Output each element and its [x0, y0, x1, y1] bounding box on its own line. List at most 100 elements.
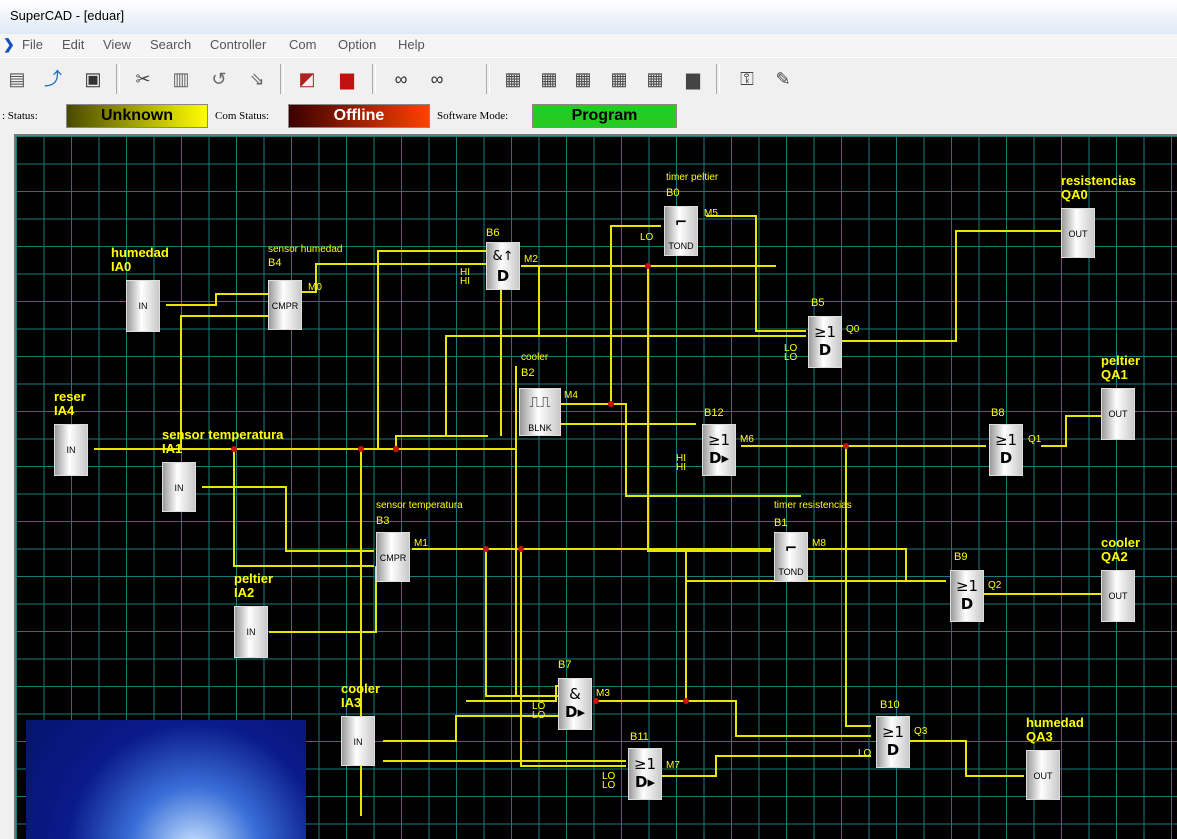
ia2-label: peltier IA2: [234, 571, 274, 600]
cut-icon[interactable]: ✂: [130, 66, 156, 92]
pen-icon[interactable]: ✎: [770, 66, 796, 92]
status-bar: : Status: Unknown Com Status: Offline So…: [0, 100, 1177, 130]
edit-icon[interactable]: ◩: [294, 66, 320, 92]
input-block-ia0[interactable]: IN: [126, 280, 160, 332]
menu-help[interactable]: Help: [398, 37, 425, 52]
link-icon[interactable]: ∞: [388, 66, 414, 92]
nor-block-b12[interactable]: ≥1 D▸: [702, 424, 736, 476]
plc-status-badge: Unknown: [66, 104, 208, 128]
run-icon[interactable]: ▦: [570, 66, 596, 92]
and-block-b7[interactable]: & D▸: [558, 678, 592, 730]
output-block-qa1[interactable]: OUT: [1101, 388, 1135, 440]
output-block-qa0[interactable]: OUT: [1061, 208, 1095, 258]
b6-id: B6: [486, 227, 500, 239]
compare-block-b3[interactable]: CMPR: [376, 532, 410, 582]
b5-id: B5: [811, 297, 825, 309]
b7-output: M3: [596, 688, 610, 699]
menu-view[interactable]: View: [103, 37, 131, 52]
and-edge-block-b6[interactable]: &↑ D: [486, 242, 520, 290]
menu-option[interactable]: Option: [338, 37, 376, 52]
software-mode-badge: Program: [532, 104, 677, 128]
nor-block-b11[interactable]: ≥1 D▸: [628, 748, 662, 800]
redo-icon[interactable]: ⇘: [244, 66, 270, 92]
com-status-label: Com Status:: [215, 110, 270, 122]
diagram-canvas[interactable]: humedad IA0 IN reser IA4 IN sensor tempera…: [14, 134, 1177, 839]
compare-block-b4[interactable]: CMPR: [268, 280, 302, 330]
stop-icon[interactable]: ▦: [606, 66, 632, 92]
open-icon[interactable]: ⤴: [40, 66, 66, 92]
b1-desc: timer resistencias: [774, 500, 852, 511]
timer-icon: ⌐: [784, 539, 798, 557]
input-block-ia3[interactable]: IN: [341, 716, 375, 766]
b0-desc: timer peltier: [666, 172, 719, 183]
b6-pins: HI HI: [460, 267, 470, 287]
output-block-qa2[interactable]: OUT: [1101, 570, 1135, 622]
b4-id: B4: [268, 257, 282, 269]
key-icon[interactable]: ⚿: [734, 66, 760, 92]
toolbar: ▤ ⤴ ▣ ✂ ▥ ↺ ⇘ ◩ ▆ ∞ ∞ ▦ ▦ ▦ ▦ ▦ ▆ ⚿ ✎: [0, 57, 1177, 100]
b0-output: M5: [704, 208, 718, 219]
b10-id: B10: [880, 699, 900, 711]
b0-id: B0: [666, 187, 680, 199]
ia0-label: humedad IA0: [111, 245, 169, 274]
or-block-b5[interactable]: ≥1 D: [808, 316, 842, 368]
pulse-icon: ⎍⎍: [529, 393, 551, 411]
timer-block-b1[interactable]: ⌐ TOND: [774, 532, 808, 582]
b10-pin: LO: [858, 748, 872, 759]
app-icon: ❯: [3, 36, 15, 52]
b3-output: M1: [414, 538, 428, 549]
screen-icon[interactable]: ▆: [680, 66, 706, 92]
input-block-ia2[interactable]: IN: [234, 606, 268, 658]
menu-bar: ❯ File Edit View Search Controller Com O…: [0, 34, 1177, 56]
input-block-ia4[interactable]: IN: [54, 424, 88, 476]
b1-output: M8: [812, 538, 826, 549]
com-status-badge: Offline: [288, 104, 430, 128]
menu-edit[interactable]: Edit: [62, 37, 84, 52]
timer-icon: ⌐: [674, 213, 688, 231]
b10-output: Q3: [914, 726, 928, 737]
qa3-label: humedad QA3: [1026, 715, 1084, 744]
copy-icon[interactable]: ▥: [168, 66, 194, 92]
b3-id: B3: [376, 515, 390, 527]
b2-desc: cooler: [521, 352, 549, 363]
ia4-label: reser IA4: [54, 389, 86, 418]
or-block-b9[interactable]: ≥1 D: [950, 570, 984, 622]
b1-id: B1: [774, 517, 788, 529]
output-block-qa3[interactable]: OUT: [1026, 750, 1060, 800]
b7-id: B7: [558, 659, 572, 671]
b2-id: B2: [521, 367, 535, 379]
qa0-label: resistencias QA0: [1061, 173, 1137, 202]
b12-pins: HI HI: [676, 453, 686, 473]
unlink-icon[interactable]: ∞: [424, 66, 450, 92]
b11-pins: LO LO: [602, 771, 616, 791]
timer-block-b0[interactable]: ⌐ TOND: [664, 206, 698, 256]
b0-pin: LO: [640, 232, 654, 243]
write-icon[interactable]: ▦: [536, 66, 562, 92]
read-icon[interactable]: ▦: [500, 66, 526, 92]
b7-pins: LO LO: [532, 701, 546, 721]
monitor-icon[interactable]: ▆: [334, 66, 360, 92]
menu-search[interactable]: Search: [150, 37, 191, 52]
download-icon[interactable]: ▦: [642, 66, 668, 92]
input-block-ia1[interactable]: IN: [162, 462, 196, 512]
or-block-b10[interactable]: ≥1 D: [876, 716, 910, 768]
menu-com[interactable]: Com: [289, 37, 316, 52]
b11-id: B11: [630, 731, 649, 743]
b3-desc: sensor temperatura: [376, 500, 463, 511]
menu-controller[interactable]: Controller: [210, 37, 266, 52]
blink-block-b2[interactable]: ⎍⎍ BLNK: [519, 388, 561, 436]
save-icon[interactable]: ▣: [80, 66, 106, 92]
b5-pins: LO LO: [784, 343, 798, 363]
b6-output: M2: [524, 254, 538, 265]
window-title: SuperCAD - [eduar]: [10, 8, 125, 23]
new-icon[interactable]: ▤: [4, 66, 30, 92]
qa1-label: peltier QA1: [1101, 353, 1141, 382]
plc-status-label: : Status:: [2, 110, 38, 122]
b4-desc: sensor humedad: [268, 244, 343, 255]
b5-output: Q0: [846, 324, 860, 335]
title-bar: SuperCAD - [eduar]: [0, 0, 1177, 35]
or-block-b8[interactable]: ≥1 D: [989, 424, 1023, 476]
b11-output: M7: [666, 760, 680, 771]
undo-icon[interactable]: ↺: [206, 66, 232, 92]
menu-file[interactable]: File: [22, 37, 43, 52]
